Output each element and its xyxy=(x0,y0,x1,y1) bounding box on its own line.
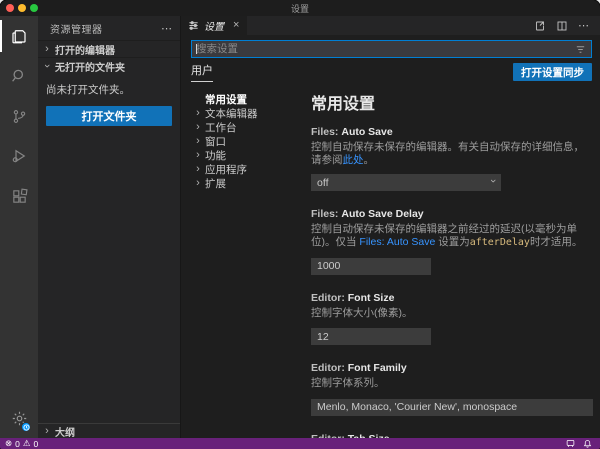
toc-item-extensions[interactable]: › 扩展 xyxy=(193,176,303,190)
section-no-folder[interactable]: › 无打开的文件夹 xyxy=(38,57,180,74)
chevron-right-icon: › xyxy=(193,121,203,133)
run-debug-icon xyxy=(10,147,28,165)
files-icon xyxy=(10,27,28,45)
settings-content: 常用设置 Files: Auto Save 控制自动保存未保存的编辑器。有关自动… xyxy=(303,86,600,438)
section-open-editors[interactable]: › 打开的编辑器 xyxy=(38,40,180,57)
setting-auto-save: Files: Auto Save 控制自动保存未保存的编辑器。有关自动保存的详细… xyxy=(311,126,590,191)
activity-search[interactable] xyxy=(0,56,38,96)
error-icon: ⊗ xyxy=(5,438,12,449)
sidebar-more-actions-icon[interactable]: ⋯ xyxy=(161,22,172,35)
chevron-right-icon: › xyxy=(193,107,203,119)
setting-description: 控制自动保存未保存的编辑器之前经过的延迟(以毫秒为单位)。仅当 Files: A… xyxy=(311,223,590,249)
more-actions-icon[interactable]: ⋯ xyxy=(578,19,590,32)
feedback-icon[interactable] xyxy=(566,439,575,448)
settings-sync-button[interactable]: 打开设置同步 xyxy=(513,63,592,81)
setting-description: 控制自动保存未保存的编辑器。有关自动保存的详细信息，请参阅此处。 xyxy=(311,141,590,167)
zoom-window-icon[interactable] xyxy=(30,4,38,12)
status-bar: ⊗ 0 ⚠ 0 xyxy=(0,438,600,449)
explorer-sidebar: 资源管理器 ⋯ › 打开的编辑器 › 无打开的文件夹 尚未打开文件夹。 打开文件… xyxy=(38,16,180,438)
section-outline-label: 大纲 xyxy=(55,424,75,439)
minimize-window-icon[interactable] xyxy=(18,4,26,12)
split-editor-icon[interactable] xyxy=(556,20,568,32)
filter-icon[interactable] xyxy=(570,44,591,55)
settings-sliders-icon xyxy=(188,20,199,31)
toc-item-common[interactable]: 常用设置 xyxy=(193,92,303,106)
chevron-right-icon: › xyxy=(193,163,203,175)
problems-status[interactable]: ⊗ 0 ⚠ 0 xyxy=(5,438,38,449)
activity-bar xyxy=(0,16,38,438)
scope-tab-user[interactable]: 用户 xyxy=(191,62,213,82)
settings-search-box xyxy=(191,40,592,58)
text-caret xyxy=(196,44,197,54)
chevron-right-icon: › xyxy=(193,135,203,147)
link[interactable]: 此处 xyxy=(343,154,364,166)
sidebar-title: 资源管理器 xyxy=(50,21,103,36)
title-bar: 设置 xyxy=(0,0,600,16)
auto-save-delay-input[interactable] xyxy=(311,258,431,275)
setting-auto-save-delay: Files: Auto Save Delay 控制自动保存未保存的编辑器之前经过… xyxy=(311,208,590,275)
error-count: 0 xyxy=(15,439,20,449)
toc-item-text-editor[interactable]: › 文本编辑器 xyxy=(193,106,303,120)
setting-font-size: Editor: Font Size 控制字体大小(像素)。 xyxy=(311,292,590,346)
tab-strip: 设置 × ⋯ xyxy=(181,16,600,35)
tab-settings-label: 设置 xyxy=(204,18,224,33)
settings-scope-row: 用户 打开设置同步 xyxy=(191,62,592,82)
chevron-right-icon: › xyxy=(193,149,203,161)
setting-description: 控制字体大小(像素)。 xyxy=(311,307,590,320)
activity-extensions[interactable] xyxy=(0,176,38,216)
traffic-lights xyxy=(6,4,38,12)
activity-run-debug[interactable] xyxy=(0,136,38,176)
section-no-folder-label: 无打开的文件夹 xyxy=(55,59,125,74)
link[interactable]: Files: Auto Save xyxy=(359,236,435,248)
chevron-down-icon: › xyxy=(487,179,499,183)
open-settings-json-icon[interactable] xyxy=(534,20,546,32)
open-folder-button[interactable]: 打开文件夹 xyxy=(46,106,172,126)
vscode-window: 设置 xyxy=(0,0,600,449)
warning-count: 0 xyxy=(33,439,38,449)
manage-button[interactable] xyxy=(0,400,38,436)
chevron-right-icon: › xyxy=(42,43,52,55)
setting-font-family: Editor: Font Family 控制字体系列。 xyxy=(311,362,590,416)
warning-icon: ⚠ xyxy=(23,438,31,449)
chevron-down-icon: › xyxy=(41,61,53,71)
close-window-icon[interactable] xyxy=(6,4,14,12)
toc-item-features[interactable]: › 功能 xyxy=(193,148,303,162)
no-folder-message: 尚未打开文件夹。 xyxy=(46,82,172,97)
activity-explorer[interactable] xyxy=(0,16,38,56)
update-badge-icon xyxy=(21,422,31,432)
extensions-icon xyxy=(11,188,28,205)
setting-description: 控制字体系列。 xyxy=(311,377,590,390)
window-title: 设置 xyxy=(291,2,309,15)
tab-close-icon[interactable]: × xyxy=(233,20,239,31)
settings-toc: 常用设置 › 文本编辑器 › 工作台 › 窗口 › 功能 xyxy=(181,86,303,438)
code-span: afterDelay xyxy=(470,237,530,248)
tab-settings[interactable]: 设置 × xyxy=(181,16,247,35)
toc-item-application[interactable]: › 应用程序 xyxy=(193,162,303,176)
activity-source-control[interactable] xyxy=(0,96,38,136)
notifications-bell-icon[interactable] xyxy=(583,439,592,448)
settings-heading: 常用设置 xyxy=(311,90,590,114)
toc-item-workbench[interactable]: › 工作台 xyxy=(193,120,303,134)
source-control-icon xyxy=(11,108,28,125)
font-size-input[interactable] xyxy=(311,328,431,345)
search-icon xyxy=(10,67,28,85)
editor-area: 设置 × ⋯ xyxy=(180,16,600,438)
font-family-input[interactable] xyxy=(311,399,593,416)
section-open-editors-label: 打开的编辑器 xyxy=(55,42,115,57)
settings-search-input[interactable] xyxy=(192,43,570,55)
chevron-right-icon: › xyxy=(193,177,203,189)
auto-save-select[interactable]: off › xyxy=(311,174,501,191)
toc-item-window[interactable]: › 窗口 xyxy=(193,134,303,148)
chevron-right-icon: › xyxy=(42,425,52,437)
section-outline[interactable]: › 大纲 xyxy=(38,423,180,438)
